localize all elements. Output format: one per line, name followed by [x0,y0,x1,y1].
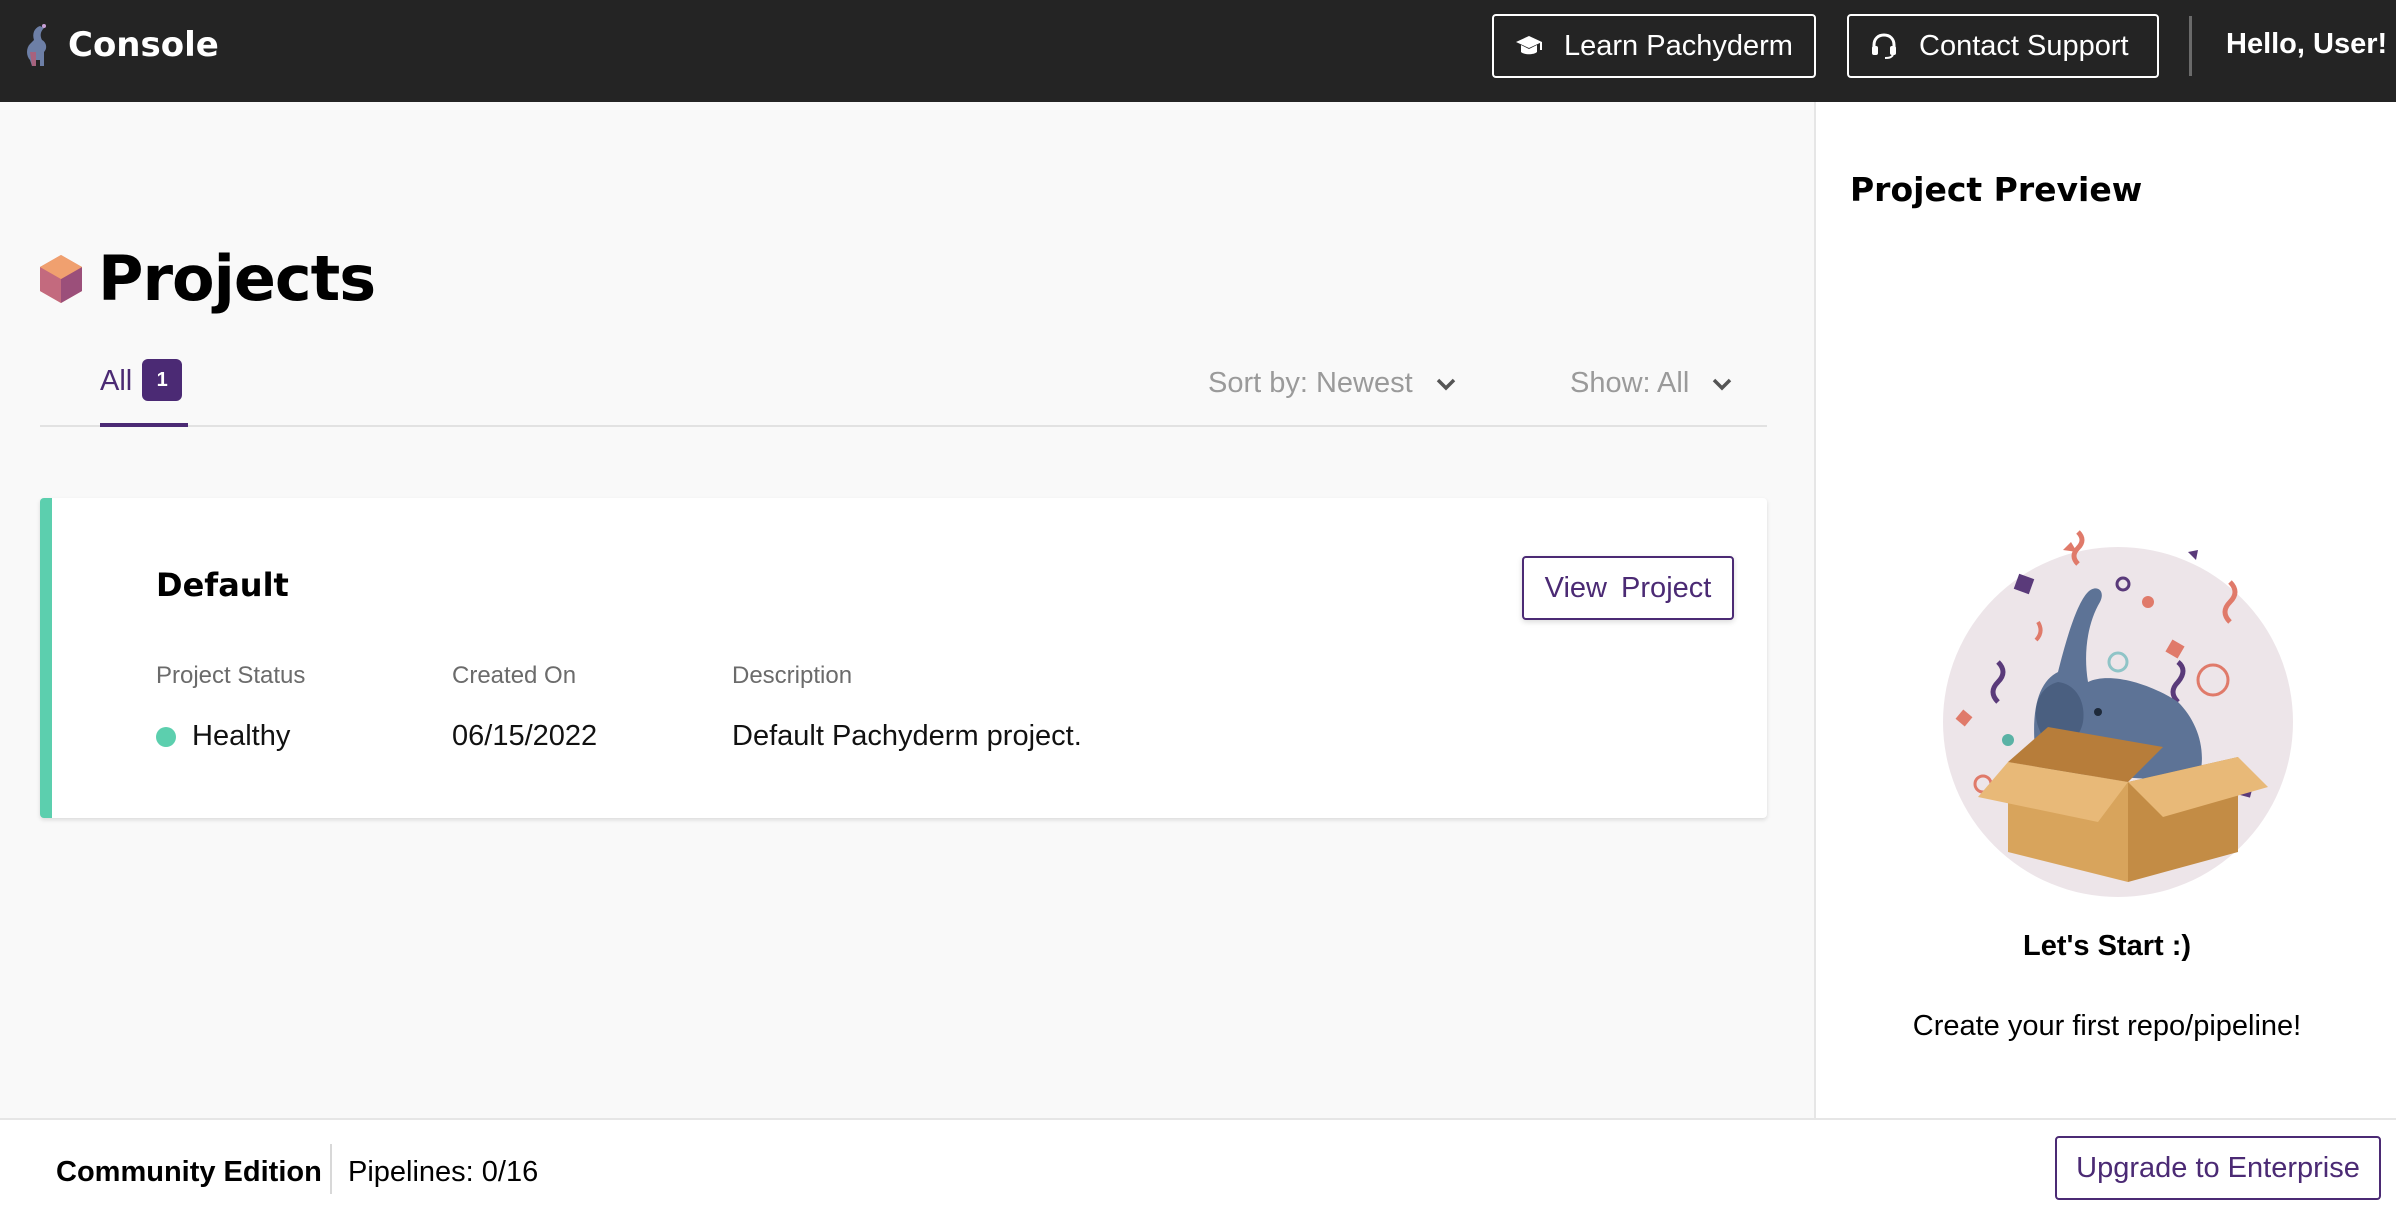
project-status: Healthy [156,720,290,753]
learn-pachyderm-button[interactable]: Learn Pachyderm [1492,14,1816,78]
page-title-row: Projects [38,242,376,315]
preview-title: Project Preview [1850,170,2143,209]
active-tab-indicator [100,423,188,427]
tab-bar: All 1 Sort by: Newest Show: All [40,357,1767,427]
elephant-box-illustration [1943,530,2293,897]
pipelines-count: Pipelines: 0/16 [348,1156,539,1188]
contact-support-button[interactable]: Contact Support [1847,14,2159,78]
edition-label: Community Edition [56,1156,322,1188]
contact-support-label: Contact Support [1919,29,2129,62]
project-status-text: Healthy [192,720,291,752]
footer-divider [330,1144,332,1194]
description-header: Description [732,662,853,689]
main-content: Projects All 1 Sort by: Newest Show: All… [0,102,1814,1118]
page-title: Projects [98,242,376,315]
sort-dropdown[interactable]: Sort by: Newest [1208,367,1457,400]
project-preview-panel: Project Preview Let's Start :) Create yo… [1814,102,2396,1118]
show-filter-dropdown[interactable]: Show: All [1570,367,1733,400]
tab-all[interactable]: All 1 [100,357,183,427]
upgrade-to-enterprise-button[interactable]: Upgrade to Enterprise [2055,1136,2381,1200]
project-status-header: Project Status [156,662,306,689]
learn-pachyderm-label: Learn Pachyderm [1564,29,1793,62]
chevron-down-icon [1713,378,1732,390]
status-indicator-dot [156,727,176,747]
sort-label: Sort by: Newest [1208,367,1413,399]
pachyderm-logo-icon [27,24,47,66]
graduation-cap-icon [1516,36,1542,55]
chevron-down-icon [1436,378,1455,390]
project-card[interactable]: Default View Project Project Status Crea… [40,498,1767,818]
preview-subtext: Create your first repo/pipeline! [1912,1010,2302,1042]
app-name: Console [68,25,219,65]
show-label: Show: All [1570,367,1690,399]
user-greeting[interactable]: Hello, User! [2226,28,2387,61]
brand[interactable]: Console [20,22,219,68]
top-header: Console Learn Pachyderm Contact Support … [0,0,2396,102]
view-project-button[interactable]: View Project [1522,556,1734,620]
headset-icon [1872,33,1896,59]
created-on-header: Created On [452,662,577,689]
header-divider [2189,16,2192,76]
footer-bar: Community Edition Pipelines: 0/16 Upgrad… [0,1118,2396,1212]
preview-headline: Let's Start :) [2022,930,2192,962]
created-on-value: 06/15/2022 [452,720,598,752]
project-name: Default [156,566,289,604]
description-value: Default Pachyderm project. [732,720,1082,752]
tab-count-badge: 1 [142,359,183,401]
project-cube-icon [40,254,82,303]
tab-all-label: All [100,365,133,397]
